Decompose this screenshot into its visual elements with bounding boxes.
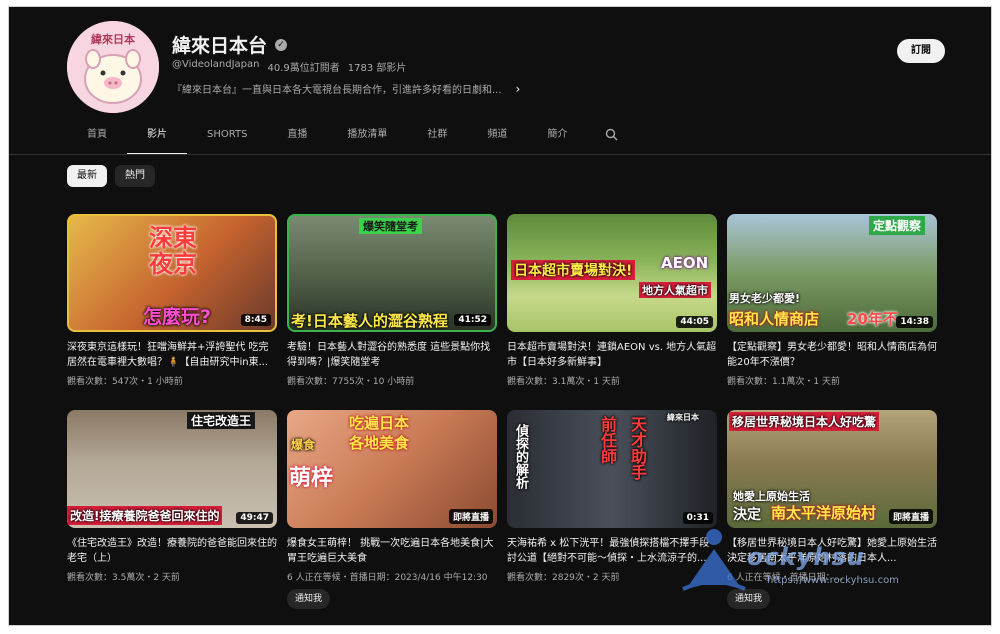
video-title[interactable]: 深夜東京這樣玩！狂噹海鮮丼+浮誇聖代 吃完居然在電車裡大數唱？🧍【自由研究中in… (67, 340, 277, 370)
upcoming-badge: 即將直播 (448, 509, 493, 524)
avatar-text: 緯來日本 (91, 32, 135, 46)
watermark-url: https://www.rockyhsu.com (767, 575, 899, 586)
video-title[interactable]: 考驗！日本藝人對澀谷的熟悉度 這些景點你找得到嗎？|爆笑隨堂考 (287, 340, 497, 370)
channel-search-button[interactable] (593, 123, 627, 155)
channel-description-text: 『緯來日本台』一直與日本各大電視台長期合作，引進許多好看的日劇和... (172, 85, 502, 96)
tab-playlists[interactable]: 播放清單 (327, 123, 407, 155)
channel-avatar[interactable]: 緯來日本 (67, 21, 159, 113)
video-thumbnail[interactable]: 吃遍日本 各地美食 爆食 萌梓 即將直播 (287, 410, 497, 528)
video-card[interactable]: 定點觀察 男女老少都愛! 昭和人情商店 20年不 14:38 【定點觀察】男女老… (727, 214, 937, 387)
upcoming-badge: 即將直播 (888, 509, 933, 524)
thumbnail-text: 怎麼玩? (143, 306, 212, 328)
video-card[interactable]: 爆笑隨堂考 考!日本藝人的澀谷熟程 41:52 考驗！日本藝人對澀谷的熟悉度 這… (287, 214, 497, 387)
thumbnail-text: 偵探的解析 (513, 424, 528, 489)
thumbnail-text: 各地美食 (349, 434, 410, 452)
thumbnail-text: 吃遍日本 (349, 414, 410, 432)
subscribe-button[interactable]: 訂閱 (897, 39, 945, 63)
tab-about[interactable]: 簡介 (527, 123, 587, 155)
video-duration: 49:47 (236, 512, 273, 524)
channel-header: 緯來日本 緯來日本台 ✓ @VideolandJapan 40.9萬位訂閱者 1… (9, 7, 991, 157)
thumbnail-text: AEON (661, 254, 709, 272)
thumbnail-text: 天才助手 (628, 416, 647, 480)
video-title[interactable]: 【定點觀察】男女老少都愛！昭和人情商店為何能20年不漲價？ (727, 340, 937, 370)
tab-shorts[interactable]: SHORTS (187, 123, 267, 155)
thumbnail-text: 昭和人情商店 (729, 310, 820, 328)
tab-live[interactable]: 直播 (267, 123, 327, 155)
thumbnail-text: 改造!接療養院爸爸回來住的 (67, 506, 223, 525)
tab-channels[interactable]: 頻道 (467, 123, 527, 155)
video-meta: 6 人正在等候・首播日期：2023/4/16 中午12:30 (287, 573, 488, 583)
thumbnail-text: 爆食 (291, 438, 316, 452)
video-duration: 41:52 (454, 314, 491, 326)
video-title[interactable]: 《住宅改造王》改造！療養院的爸爸能回來住的老宅（上） (67, 536, 277, 566)
tab-videos[interactable]: 影片 (127, 123, 187, 155)
tab-community[interactable]: 社群 (407, 123, 467, 155)
video-thumbnail[interactable]: 定點觀察 男女老少都愛! 昭和人情商店 20年不 14:38 (727, 214, 937, 332)
video-thumbnail[interactable]: 深東 夜京 怎麼玩? 8:45 (67, 214, 277, 332)
sort-chips: 最新 熱門 (67, 165, 155, 187)
thumbnail-text: 夜京 (149, 250, 197, 278)
video-card[interactable]: 深東 夜京 怎麼玩? 8:45 深夜東京這樣玩！狂噹海鮮丼+浮誇聖代 吃完居然在… (67, 214, 277, 387)
channel-handle: @VideolandJapan (172, 59, 260, 70)
watermark-logo-icon (682, 529, 746, 591)
video-count: 1783 部影片 (347, 63, 407, 74)
tabs-divider (9, 154, 991, 155)
youtube-channel-page: 緯來日本 緯來日本台 ✓ @VideolandJapan 40.9萬位訂閱者 1… (8, 6, 992, 626)
thumbnail-text: 20年不 (847, 310, 898, 328)
video-thumbnail[interactable]: 爆笑隨堂考 考!日本藝人的澀谷熟程 41:52 (287, 214, 497, 332)
channel-description[interactable]: 『緯來日本台』一直與日本各大電視台長期合作，引進許多好看的日劇和... › (172, 81, 521, 97)
chip-latest[interactable]: 最新 (67, 165, 107, 187)
chevron-right-icon[interactable]: › (516, 82, 521, 96)
thumbnail-text: 定點觀察 (869, 216, 926, 235)
video-thumbnail[interactable]: 移居世界秘境日本人好吃驚 她愛上原始生活 決定 南太平洋原始村 即將直播 (727, 410, 937, 528)
pig-mascot-icon: 緯來日本 (67, 21, 159, 113)
video-title[interactable]: 爆食女王萌梓！ 挑戰一次吃遍日本各地美食|大胃王吃遍巨大美食 (287, 536, 497, 566)
video-meta: 觀看次數：3.5萬次・2 天前 (67, 573, 180, 583)
thumbnail-text: 萌梓 (289, 466, 334, 491)
channel-meta: @VideolandJapan 40.9萬位訂閱者 1783 部影片 (172, 59, 406, 74)
watermark: ockyhsu https://www.rockyhsu.com (679, 523, 919, 601)
video-title[interactable]: 日本超市賣場對決！連鎖AEON vs. 地方人氣超市【日本好多新鮮事】 (507, 340, 717, 370)
video-meta: 觀看次數：3.1萬次・1 天前 (507, 377, 620, 387)
video-thumbnail[interactable]: 住宅改造王 改造!接療養院爸爸回來住的 49:47 (67, 410, 277, 528)
channel-tabs: 首頁 影片 SHORTS 直播 播放清單 社群 頻道 簡介 (67, 123, 627, 155)
chip-popular[interactable]: 熱門 (115, 165, 155, 187)
watermark-brand: ockyhsu (747, 543, 865, 571)
thumbnail-text: 住宅改造王 (187, 412, 256, 429)
verified-check-icon: ✓ (275, 38, 288, 51)
thumbnail-text: 爆笑隨堂考 (359, 218, 422, 234)
video-meta: 觀看次數：1.1萬次・1 天前 (727, 377, 840, 387)
tab-home[interactable]: 首頁 (67, 123, 127, 155)
video-duration: 44:05 (676, 316, 713, 328)
video-duration: 14:38 (896, 316, 933, 328)
subscriber-count: 40.9萬位訂閱者 (267, 63, 340, 74)
thumbnail-text: 移居世界秘境日本人好吃驚 (729, 412, 880, 431)
thumbnail-text: 緯來日本 (667, 413, 699, 422)
video-card[interactable]: 吃遍日本 各地美食 爆食 萌梓 即將直播 爆食女王萌梓！ 挑戰一次吃遍日本各地美… (287, 410, 497, 609)
thumbnail-text: 南太平洋原始村 (771, 504, 877, 522)
thumbnail-text: 男女老少都愛! (729, 292, 801, 305)
channel-name: 緯來日本台 (172, 35, 268, 57)
thumbnail-text: 考!日本藝人的澀谷熟程 (291, 312, 448, 330)
search-icon (606, 128, 618, 141)
notify-me-button[interactable]: 通知我 (287, 589, 331, 609)
video-meta: 觀看次數：7755次・10 小時前 (287, 377, 415, 387)
video-thumbnail[interactable]: 日本超市賣場對決! AEON 地方人氣超市 44:05 (507, 214, 717, 332)
video-card[interactable]: 住宅改造王 改造!接療養院爸爸回來住的 49:47 《住宅改造王》改造！療養院的… (67, 410, 277, 583)
channel-title-row: 緯來日本台 ✓ (172, 31, 288, 58)
thumbnail-text: 前任師 (598, 416, 617, 464)
video-thumbnail[interactable]: 偵探的解析 前任師 天才助手 緯來日本 0:31 (507, 410, 717, 528)
video-card[interactable]: 日本超市賣場對決! AEON 地方人氣超市 44:05 日本超市賣場對決！連鎖A… (507, 214, 717, 387)
thumbnail-text: 地方人氣超市 (639, 282, 711, 298)
video-meta: 觀看次數：547次・1 小時前 (67, 377, 183, 387)
thumbnail-text: 決定 (733, 507, 761, 523)
thumbnail-text: 日本超市賣場對決! (511, 260, 636, 280)
video-duration: 8:45 (240, 314, 271, 326)
